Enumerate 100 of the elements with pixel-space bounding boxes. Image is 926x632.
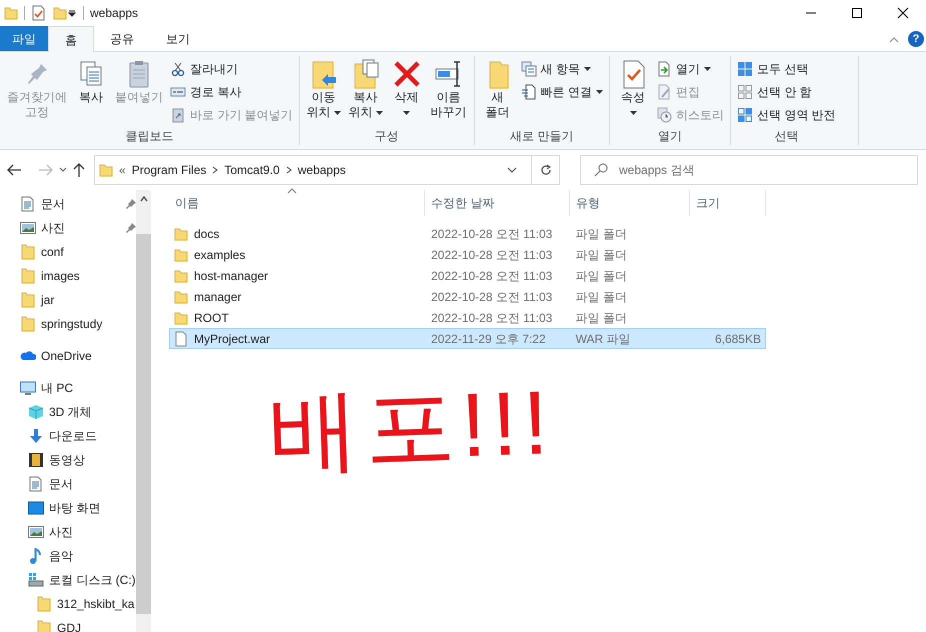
scroll-up-icon[interactable] bbox=[140, 196, 148, 202]
folder-icon bbox=[99, 163, 113, 177]
checkmark-document-icon[interactable] bbox=[31, 5, 45, 21]
sidebar-item[interactable]: 사진 bbox=[0, 520, 136, 544]
sidebar-item[interactable]: images bbox=[0, 264, 136, 288]
chevron-right-icon[interactable] bbox=[286, 166, 292, 174]
grid-icon bbox=[737, 84, 754, 100]
breadcrumb-overflow[interactable]: « bbox=[119, 161, 126, 179]
file-row[interactable]: manager 2022-10-28 오전 11:03 파일 폴더 bbox=[169, 286, 766, 307]
ribbon-button[interactable]: 선택 안 함 bbox=[735, 81, 838, 103]
ribbon-button[interactable]: 선택 영역 반전 bbox=[735, 104, 838, 126]
chevron-up-icon[interactable] bbox=[888, 34, 900, 42]
ribbon-button[interactable]: 잘라내기 bbox=[168, 58, 295, 80]
ribbon-button[interactable]: 모두 선택 bbox=[735, 58, 838, 80]
file-name: docs bbox=[194, 226, 220, 242]
ribbon-button[interactable]: 경로 복사 bbox=[168, 81, 295, 103]
breadcrumb-item[interactable]: Program Files bbox=[132, 161, 206, 179]
sidebar-item[interactable]: springstudy bbox=[0, 312, 136, 336]
ribbon-button[interactable]: 복사 bbox=[72, 58, 110, 105]
folder-icon bbox=[20, 316, 36, 332]
column-header[interactable]: 이름 bbox=[169, 190, 425, 216]
table-cell-text: 2022-10-28 오전 11:03 bbox=[430, 288, 554, 306]
close-icon[interactable] bbox=[897, 7, 909, 19]
ribbon-button[interactable]: 이동 위치 bbox=[304, 58, 344, 120]
search-field[interactable]: webapps 검색 bbox=[580, 155, 918, 185]
chevron-down-icon[interactable] bbox=[507, 166, 517, 174]
table-cell-text: 파일 폴더 bbox=[574, 226, 628, 242]
column-header[interactable]: 수정한 날짜 bbox=[425, 190, 570, 216]
handwritten-note: 배포!!! bbox=[267, 373, 556, 483]
sidebar-item[interactable]: jar bbox=[0, 288, 136, 312]
new-item-icon bbox=[520, 61, 537, 77]
folder-icon bbox=[36, 620, 52, 632]
document-icon bbox=[174, 330, 188, 346]
sidebar-item[interactable]: 문서 bbox=[0, 472, 136, 496]
ribbon-button[interactable]: 삭제 bbox=[388, 58, 426, 115]
chevron-right-icon[interactable] bbox=[212, 166, 218, 174]
sidebar-item[interactable]: 312_hskibt_ka bbox=[0, 592, 136, 616]
group-label: 선택 bbox=[773, 128, 800, 145]
caret-icon[interactable] bbox=[67, 8, 77, 18]
file-name: manager bbox=[194, 288, 242, 306]
ribbon-tab[interactable]: 공유 bbox=[94, 26, 150, 51]
search-icon bbox=[594, 163, 608, 177]
file-name: ROOT bbox=[194, 310, 229, 326]
file-row[interactable]: MyProject.war 2022-11-29 오후 7:22 WAR 파일 6,685KB bbox=[169, 328, 766, 349]
group-label: 구성 bbox=[374, 128, 400, 145]
caret-icon bbox=[376, 110, 383, 114]
breadcrumb-item[interactable]: webapps bbox=[298, 161, 346, 179]
ribbon-tab[interactable]: 보기 bbox=[150, 26, 206, 51]
table-cell-text: 파일 폴더 bbox=[574, 246, 628, 264]
refresh-icon[interactable] bbox=[540, 164, 552, 176]
ribbon-button[interactable]: 이름 바꾸기 bbox=[428, 58, 470, 120]
up-arrow-icon[interactable] bbox=[72, 162, 86, 178]
sidebar-item[interactable]: 동영상 bbox=[0, 448, 136, 472]
sidebar-item[interactable]: GDJ bbox=[0, 616, 136, 632]
monitor-icon bbox=[20, 380, 36, 396]
ribbon-button[interactable]: 열기 bbox=[654, 58, 726, 80]
sidebar-item[interactable]: 다운로드 bbox=[0, 424, 136, 448]
caret-icon bbox=[334, 110, 341, 114]
ribbon-button[interactable]: 빠른 연결 bbox=[518, 81, 606, 103]
sidebar-item[interactable]: 3D 개체 bbox=[0, 400, 136, 424]
address-field[interactable]: « Program Files Tomcat9.0 webapps bbox=[94, 155, 560, 185]
folder-icon bbox=[20, 268, 36, 284]
breadcrumb-item[interactable]: Tomcat9.0 bbox=[224, 161, 280, 179]
sidebar-item[interactable]: 음악 bbox=[0, 544, 136, 568]
sidebar-item[interactable]: OneDrive bbox=[0, 344, 136, 368]
ribbon-button[interactable]: 복사 위치 bbox=[346, 58, 386, 120]
column-header[interactable]: 크기 bbox=[690, 190, 766, 216]
table-cell-text: 파일 폴더 bbox=[574, 310, 628, 326]
sidebar-item[interactable]: 내 PC bbox=[0, 376, 136, 400]
sort-caret-icon[interactable] bbox=[287, 188, 297, 194]
file-row[interactable]: docs 2022-10-28 오전 11:03 파일 폴더 bbox=[169, 223, 766, 244]
caret-icon bbox=[596, 90, 604, 94]
table-cell-text: WAR 파일 bbox=[574, 330, 632, 348]
file-tab[interactable]: 파일 bbox=[0, 26, 48, 51]
help-button[interactable]: ? bbox=[908, 30, 924, 46]
document-icon bbox=[28, 476, 44, 492]
ribbon-button[interactable]: 속성 bbox=[614, 58, 652, 115]
table-cell-text: 6,685KB bbox=[714, 330, 762, 348]
sidebar-item[interactable]: 문서 bbox=[0, 192, 136, 216]
maximize-icon[interactable] bbox=[851, 7, 863, 19]
folder-icon bbox=[174, 248, 188, 262]
folder-icon bbox=[174, 226, 188, 240]
desktop-icon bbox=[28, 500, 44, 516]
ribbon-button[interactable]: 새 폴더 bbox=[478, 58, 517, 120]
sidebar-item[interactable]: conf bbox=[0, 240, 136, 264]
ribbon-tab[interactable]: 홈 bbox=[48, 26, 94, 52]
film-icon bbox=[28, 452, 44, 468]
sidebar-item[interactable]: 로컬 디스크 (C:) bbox=[0, 568, 136, 592]
document-link-icon bbox=[520, 84, 537, 100]
chevron-down-icon[interactable] bbox=[58, 166, 68, 174]
back-arrow-icon[interactable] bbox=[6, 163, 22, 177]
sidebar-item[interactable]: 사진 bbox=[0, 216, 136, 240]
column-header[interactable]: 유형 bbox=[570, 190, 690, 216]
ribbon-button[interactable]: 새 항목 bbox=[518, 58, 606, 80]
sidebar-item[interactable]: 바탕 화면 bbox=[0, 496, 136, 520]
file-row[interactable]: host-manager 2022-10-28 오전 11:03 파일 폴더 bbox=[169, 265, 766, 286]
file-row[interactable]: examples 2022-10-28 오전 11:03 파일 폴더 bbox=[169, 244, 766, 265]
caret-icon bbox=[630, 111, 637, 115]
file-row[interactable]: ROOT 2022-10-28 오전 11:03 파일 폴더 bbox=[169, 307, 766, 328]
group-label: 열기 bbox=[657, 128, 684, 145]
